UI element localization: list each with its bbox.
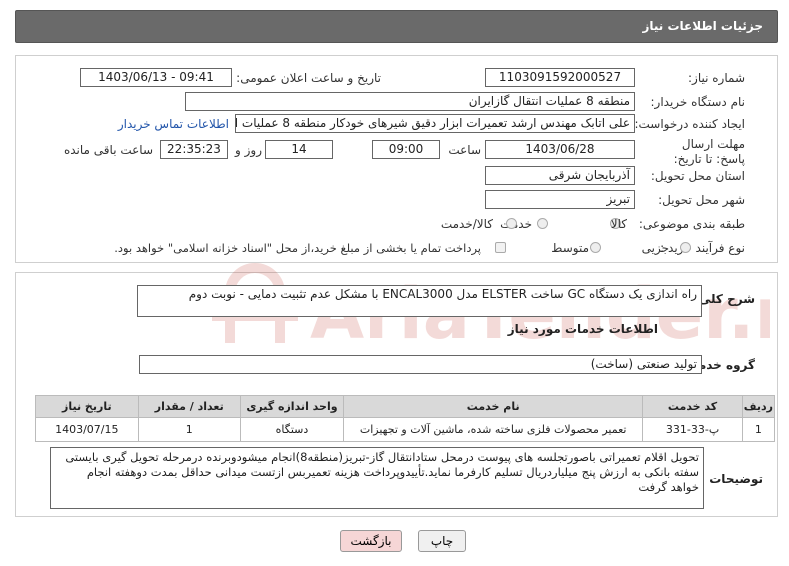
category-option-goods-service: کالا/خدمت: [440, 217, 493, 231]
cell-row-number: 1: [741, 417, 776, 442]
cell-need-date: 1403/07/15: [35, 417, 139, 442]
services-section-title: اطلاعات خدمات مورد نیاز: [507, 322, 658, 336]
category-radio-goods-service[interactable]: [506, 218, 517, 229]
category-radio-service[interactable]: [537, 218, 548, 229]
cell-unit: دستگاه: [239, 417, 345, 442]
buyer-org-field: منطقه 8 عملیات انتقال گازایران: [185, 92, 635, 111]
process-label: نوع فرآیند خرید :: [660, 241, 745, 255]
announce-label: تاریخ و ساعت اعلان عمومی:: [236, 71, 381, 85]
remaining-time-label: ساعت باقی مانده: [63, 143, 153, 157]
page-title: جزئیات اطلاعات نیاز: [642, 19, 763, 33]
category-label: طبقه بندی موضوعی:: [638, 217, 745, 231]
days-label: روز و: [235, 143, 262, 157]
process-option-minor: جزیی: [641, 241, 669, 255]
buyer-org-label: نام دستگاه خریدار:: [650, 95, 746, 109]
treasury-payment-checkbox[interactable]: [495, 242, 506, 253]
col-quantity: تعداد / مقدار: [137, 395, 241, 418]
buyer-contact-link[interactable]: اطلاعات تماس خریدار: [118, 117, 229, 131]
service-group-field: تولید صنعتی (ساخت): [139, 355, 702, 374]
cell-service-name: تعمیر محصولات فلزی ساخته شده، ماشین آلات…: [343, 417, 644, 442]
print-button[interactable]: چاپ: [418, 530, 466, 552]
category-option-goods: کالا: [610, 217, 627, 231]
col-service-name: نام خدمت: [343, 395, 644, 418]
requester-field: علی اتابک مهندس ارشد تعمیرات ابزار دقیق …: [235, 114, 635, 133]
col-service-code: کد خدمت: [642, 395, 743, 418]
days-remaining-field: 14: [265, 140, 333, 159]
treasury-payment-note: پرداخت تمام یا بخشی از مبلغ خرید،از محل …: [114, 241, 481, 255]
remaining-time-field: 22:35:23: [160, 140, 228, 159]
province-field: آذربایجان شرقی: [485, 166, 635, 185]
col-need-date: تاریخ نیاز: [35, 395, 139, 418]
deadline-time-field: 09:00: [372, 140, 440, 159]
services-table: ردیف کد خدمت نام خدمت واحد اندازه گیری ت…: [35, 395, 776, 442]
process-radio-minor[interactable]: [680, 242, 691, 253]
city-field: تبریز: [485, 190, 635, 209]
deadline-time-label: ساعت: [448, 143, 481, 157]
table-header-row: ردیف کد خدمت نام خدمت واحد اندازه گیری ت…: [35, 395, 776, 418]
cell-service-code: پ-33-331: [642, 417, 743, 442]
province-label: استان محل تحویل:: [650, 169, 745, 183]
announce-field: 1403/06/13 - 09:41: [80, 68, 232, 87]
cell-quantity: 1: [137, 417, 241, 442]
col-row-number: ردیف: [741, 395, 776, 418]
col-unit: واحد اندازه گیری: [239, 395, 345, 418]
process-option-medium: متوسط: [551, 241, 589, 255]
summary-field: راه اندازی یک دستگاه GC ساخت ELSTER مدل …: [137, 285, 702, 317]
back-button[interactable]: بازگشت: [340, 530, 402, 552]
page-header: جزئیات اطلاعات نیاز: [15, 10, 778, 43]
buyer-notes-field: تحویل اقلام تعمیراتی باصورتجلسه های پیوس…: [50, 447, 704, 509]
need-number-label: شماره نیاز:: [688, 71, 745, 85]
need-number-field: 1103091592000527: [485, 68, 635, 87]
process-radio-medium[interactable]: [590, 242, 601, 253]
table-row: 1 پ-33-331 تعمیر محصولات فلزی ساخته شده،…: [35, 417, 776, 442]
deadline-date-field: 1403/06/28: [485, 140, 635, 159]
requester-label: ایجاد کننده درخواست:: [634, 117, 745, 131]
deadline-label: مهلت ارسال پاسخ: تا تاریخ:: [673, 137, 745, 166]
city-label: شهر محل تحویل:: [658, 193, 745, 207]
